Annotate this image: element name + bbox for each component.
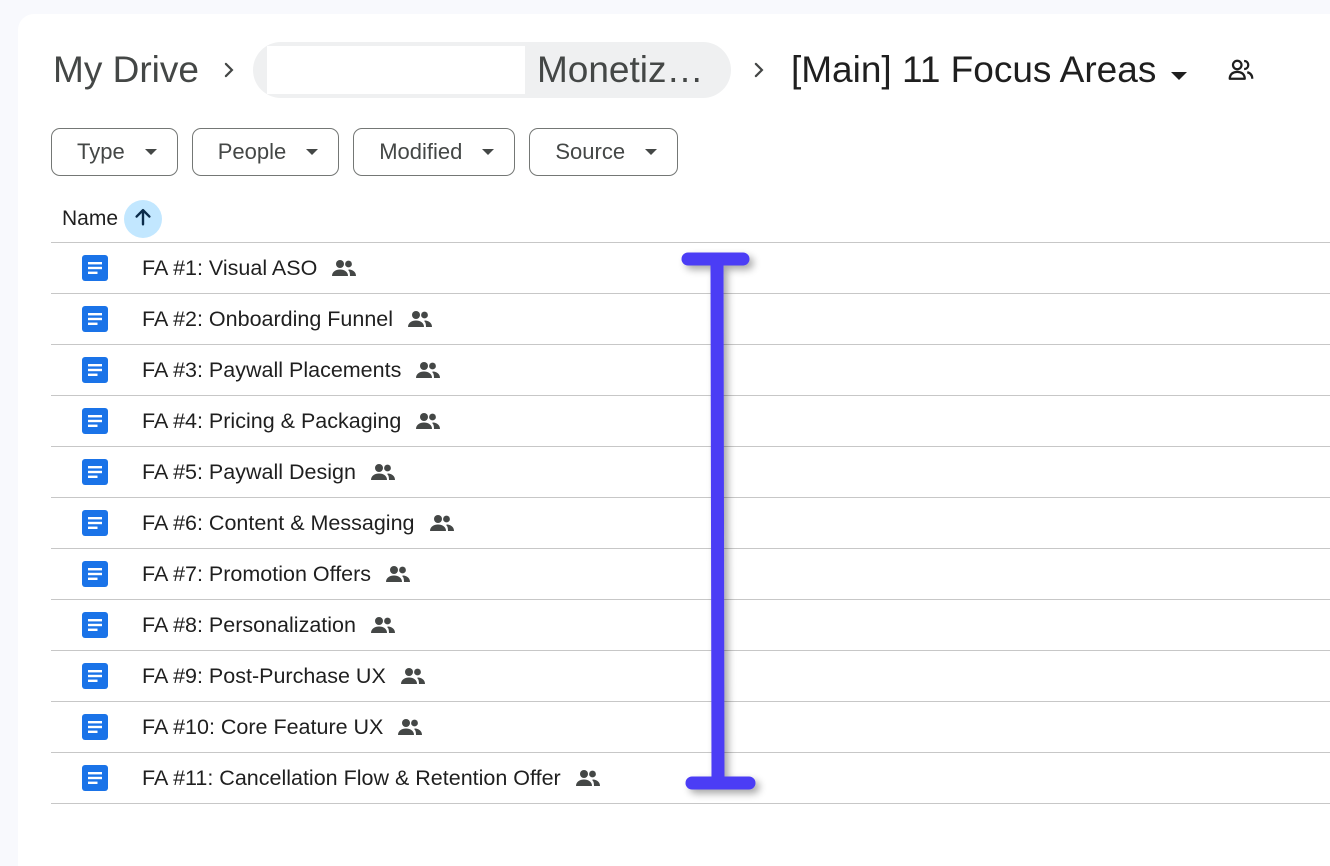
people-outline-icon[interactable] [1226,55,1256,85]
google-doc-icon [82,714,108,740]
caret-down-icon [645,148,658,156]
file-row[interactable]: FA #2: Onboarding Funnel [51,294,1330,345]
people-icon [370,616,396,634]
file-row[interactable]: FA #1: Visual ASO [51,243,1330,294]
google-doc-icon [82,459,108,485]
file-row[interactable]: FA #11: Cancellation Flow & Retention Of… [51,753,1330,804]
people-icon [370,463,396,481]
google-doc-icon [82,612,108,638]
breadcrumb-middle-folder[interactable]: Monetiz… [252,42,731,98]
filter-bar: Type People Modified Source [51,128,679,176]
file-name: FA #3: Paywall Placements [142,345,441,395]
file-name-text: FA #2: Onboarding Funnel [142,307,394,331]
filter-modified-label: Modified [379,139,463,164]
file-name-text: FA #8: Personalization [142,613,356,637]
file-name-text: FA #10: Core Feature UX [142,715,384,739]
google-doc-icon [82,408,108,434]
file-name-text: FA #3: Paywall Placements [142,358,402,382]
breadcrumb-my-drive[interactable]: My Drive [51,49,201,91]
people-icon [415,412,441,430]
name-column-header[interactable]: Name [62,207,118,231]
redacted-area [266,46,525,94]
breadcrumb: My Drive Monetiz… [Main] 11 Focus Areas [51,42,1256,98]
file-name: FA #2: Onboarding Funnel [142,294,433,344]
file-name: FA #10: Core Feature UX [142,702,423,752]
file-name-text: FA #5: Paywall Design [142,460,356,484]
file-row[interactable]: FA #4: Pricing & Packaging [51,396,1330,447]
file-name-text: FA #6: Content & Messaging [142,511,415,535]
filter-source[interactable]: Source [529,128,679,176]
file-name: FA #9: Post-Purchase UX [142,651,426,701]
google-doc-icon [82,357,108,383]
file-name: FA #4: Pricing & Packaging [142,396,441,446]
file-name-text: FA #9: Post-Purchase UX [142,664,386,688]
file-row[interactable]: FA #8: Personalization [51,600,1330,651]
breadcrumb-current-folder[interactable]: [Main] 11 Focus Areas [791,49,1208,91]
file-row[interactable]: FA #10: Core Feature UX [51,702,1330,753]
caret-down-icon [1170,49,1188,91]
google-doc-icon [82,306,108,332]
file-name: FA #8: Personalization [142,600,396,650]
current-folder-label: [Main] 11 Focus Areas [790,49,1157,90]
people-icon [400,667,426,685]
google-doc-icon [82,765,108,791]
people-icon [407,310,433,328]
file-name: FA #11: Cancellation Flow & Retention Of… [142,753,601,803]
chevron-right-icon [739,50,779,90]
sort-ascending-button[interactable] [124,200,163,238]
file-name: FA #5: Paywall Design [142,447,396,497]
google-doc-icon [82,663,108,689]
google-doc-icon [82,510,108,536]
chevron-right-icon [209,50,249,90]
file-row[interactable]: FA #7: Promotion Offers [51,549,1330,600]
people-icon [429,514,455,532]
file-name-text: FA #11: Cancellation Flow & Retention Of… [142,766,561,790]
filter-type-label: Type [77,139,125,164]
filter-people[interactable]: People [191,128,340,176]
file-row[interactable]: FA #6: Content & Messaging [51,498,1330,549]
file-name: FA #1: Visual ASO [142,243,357,293]
people-icon [575,769,601,787]
filter-people-label: People [217,139,287,164]
file-name: FA #6: Content & Messaging [142,498,455,548]
breadcrumb-middle-label: Monetiz… [536,49,704,90]
file-row[interactable]: FA #3: Paywall Placements [51,345,1330,396]
caret-down-icon [482,148,495,156]
filter-modified[interactable]: Modified [353,128,516,176]
list-header: Name [51,196,1330,243]
drive-panel: My Drive Monetiz… [Main] 11 Focus Areas [18,14,1330,866]
caret-down-icon [144,148,157,156]
filter-source-label: Source [555,139,626,164]
file-row[interactable]: FA #9: Post-Purchase UX [51,651,1330,702]
file-row[interactable]: FA #5: Paywall Design [51,447,1330,498]
file-name: FA #7: Promotion Offers [142,549,411,599]
file-name-text: FA #4: Pricing & Packaging [142,409,402,433]
arrow-up-icon [132,206,154,233]
file-list: FA #1: Visual ASO FA #2: Onboarding Funn… [51,243,1330,804]
google-doc-icon [82,255,108,281]
people-icon [385,565,411,583]
caret-down-icon [306,148,319,156]
file-name-text: FA #7: Promotion Offers [142,562,372,586]
people-icon [331,259,357,277]
file-name-text: FA #1: Visual ASO [142,256,318,280]
people-icon [415,361,441,379]
google-doc-icon [82,561,108,587]
people-icon [397,718,423,736]
filter-type[interactable]: Type [51,128,178,176]
